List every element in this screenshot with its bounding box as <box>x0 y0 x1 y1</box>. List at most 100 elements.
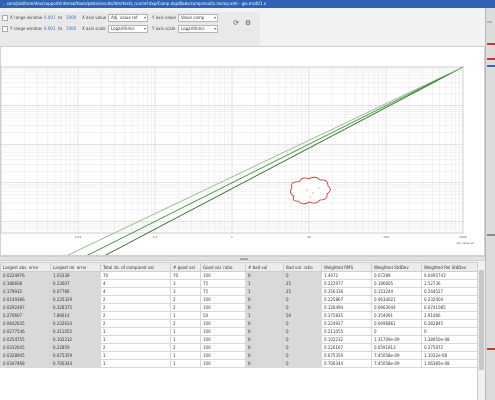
table-cell: 0.23007 <box>50 279 101 288</box>
x-axis-scale-select[interactable]: Logarithmic ▾ <box>108 25 148 33</box>
right-side-panel: cm <box>485 8 495 400</box>
table-cell: 0.354091 <box>371 311 422 320</box>
y-axis-value-label: Y axis value <box>152 15 176 20</box>
column-header[interactable]: Largest rel. error <box>50 262 101 272</box>
table-row[interactable]: 0.0224976 1.03338 70 70 100 0 0 1.4672 0.07289 0.… <box>0 271 478 280</box>
plot-canvas[interactable]: 0.01 0.1 1 10 100 1000 Adj. value ref <box>1 47 484 255</box>
table-cell: 2 <box>100 303 171 312</box>
table-row[interactable]: 0.186608 0.23007 4 3 75 1 25 0.222977 0.186605 1.… <box>0 279 478 288</box>
table-cell: 75 <box>200 287 246 296</box>
y-axis-value-select[interactable]: Value comp ▾ <box>178 14 218 22</box>
column-header[interactable]: Largest abs. error <box>0 262 51 272</box>
table-cell: 0.0591813 <box>371 343 422 352</box>
table-cell: 0 <box>283 271 322 280</box>
column-header[interactable]: Weighted StdDev <box>371 262 422 272</box>
table-row[interactable]: 0.270607 7.86614 2 1 50 1 50 0.375835 0.354091 2.… <box>0 311 478 320</box>
column-header[interactable]: # good val <box>170 262 201 272</box>
table-row[interactable]: 0.0277546 0.311055 1 1 100 0 0 0.211055 0 0 <box>0 327 478 336</box>
table-cell: 0.0634021 <box>371 295 422 304</box>
table-cell: 50 <box>200 311 246 320</box>
table-cell: 0.0328945 <box>0 351 51 360</box>
table-row[interactable]: 0.0332645 0.22859 2 2 100 0 0 0.220167 0.0591813… <box>0 343 478 352</box>
splitter-grip[interactable] <box>240 258 248 260</box>
table-cell: 0.07289 <box>371 271 422 280</box>
table-cell: 0.244527 <box>421 287 478 296</box>
x-axis-value-select[interactable]: Adj. value ref ▾ <box>108 14 148 22</box>
x-axis-value-label: X axis value <box>82 15 107 20</box>
table-cell: 0.675359 <box>50 351 101 360</box>
chevron-down-icon: ▾ <box>213 15 216 20</box>
table-cell: 1 <box>100 351 171 360</box>
table-cell: 2 <box>170 319 201 328</box>
y-range-label: Y range window <box>10 26 42 31</box>
table-cell: 1.31709e-09 <box>371 335 422 344</box>
side-panel-tab[interactable]: cm <box>487 20 492 24</box>
table-cell: 0 <box>245 351 284 360</box>
table-cell: 0 <box>245 295 284 304</box>
table-row[interactable]: 0.0149386 0.235329 2 2 100 0 0 0.225867 0.063402… <box>0 295 478 304</box>
table-cell: 0 <box>283 327 322 336</box>
table-cell: 2 <box>100 319 171 328</box>
table-cell: 0.07766 <box>50 287 101 296</box>
scrollbar-thumb[interactable] <box>479 270 484 370</box>
table-cell: 7.45058e-09 <box>371 351 422 360</box>
table-cell: 1 <box>245 287 284 296</box>
table-cell: 0.222977 <box>321 279 372 288</box>
table-cell: 1.03338 <box>50 271 101 280</box>
table-cell: 0 <box>245 343 284 352</box>
column-header[interactable]: Weighted RMS <box>321 262 372 272</box>
legend-swatch-red-2 <box>487 58 495 60</box>
column-header[interactable]: Good val. ratio <box>200 262 246 272</box>
table-cell: 0.0277546 <box>0 327 51 336</box>
table-scrollbar[interactable] <box>477 262 485 400</box>
table-cell: 1 <box>170 359 201 368</box>
table-cell: 0 <box>245 327 284 336</box>
x-tick-label: 1000 <box>459 235 467 239</box>
table-cell: 3 <box>170 287 201 296</box>
x-range-min-field[interactable]: 0.001 <box>44 15 55 20</box>
table-cell: 100 <box>200 335 246 344</box>
table-cell: 1 <box>170 327 201 336</box>
y-range-checkbox[interactable] <box>2 26 8 32</box>
column-header[interactable]: # bad val <box>245 262 284 272</box>
gear-icon[interactable]: ⚙ <box>244 19 252 27</box>
x-axis-scale-label: X axis scale <box>82 26 106 31</box>
column-header[interactable]: Bad val. ratio <box>283 262 322 272</box>
y-range-min-field[interactable]: 0.001 <box>44 26 55 31</box>
table-cell: 0.0663044 <box>371 303 422 312</box>
legend-swatch-red-3 <box>487 348 495 350</box>
table-cell: 7.86614 <box>50 311 101 320</box>
x-range-checkbox[interactable] <box>2 15 8 21</box>
table-cell: 0 <box>245 271 284 280</box>
table-cell: 0 <box>421 327 478 336</box>
table-row[interactable]: 0.0328945 0.675359 1 1 100 0 0 0.675359 7.45058e… <box>0 351 478 360</box>
x-tick-label: 10 <box>307 235 311 239</box>
table-row[interactable]: 0.0254755 0.102232 1 1 100 0 0 0.102232 1.31709e… <box>0 335 478 344</box>
y-range-max-field[interactable]: 1000 <box>66 26 76 31</box>
table-cell: 0 <box>283 295 322 304</box>
column-header[interactable]: Weighted Rel StdDev <box>421 262 478 272</box>
chevron-down-icon: ▾ <box>143 15 146 20</box>
table-cell: 0.232633 <box>50 319 101 328</box>
table-row[interactable]: 0.0292487 0.328375 2 2 100 0 0 0.126494 0.066304… <box>0 303 478 312</box>
x-range-max-field[interactable]: 1000 <box>66 15 76 20</box>
y-axis-scale-select[interactable]: Logarithmic ▾ <box>178 25 218 33</box>
table-cell: 0.328375 <box>50 303 101 312</box>
table-row[interactable]: 0.179932 0.07766 4 3 75 1 25 0.356336 0.153244 0.… <box>0 287 478 296</box>
table-cell: 70 <box>100 271 171 280</box>
table-cell: 0.211055 <box>321 327 372 336</box>
table-cell: 70 <box>170 271 201 280</box>
table-cell: 100 <box>200 359 246 368</box>
legend-swatch-blue <box>487 65 495 67</box>
table-cell: 100 <box>200 343 246 352</box>
table-cell: 1 <box>100 327 171 336</box>
refresh-icon[interactable]: ⟳ <box>232 19 240 27</box>
table-cell: 0.275972 <box>421 343 478 352</box>
table-cell: 0.235329 <box>50 295 101 304</box>
table-cell: 2 <box>170 343 201 352</box>
table-row[interactable]: 0.0642635 0.232633 2 2 100 0 0 0.224927 0.069686… <box>0 319 478 328</box>
panel-splitter[interactable] <box>0 256 485 261</box>
table-row[interactable]: 0.0347468 0.700344 1 1 100 0 0 0.700344 7.45058e… <box>0 359 478 368</box>
column-header[interactable]: Total nb. of compared val <box>100 262 171 272</box>
table-cell: 0.311055 <box>50 327 101 336</box>
